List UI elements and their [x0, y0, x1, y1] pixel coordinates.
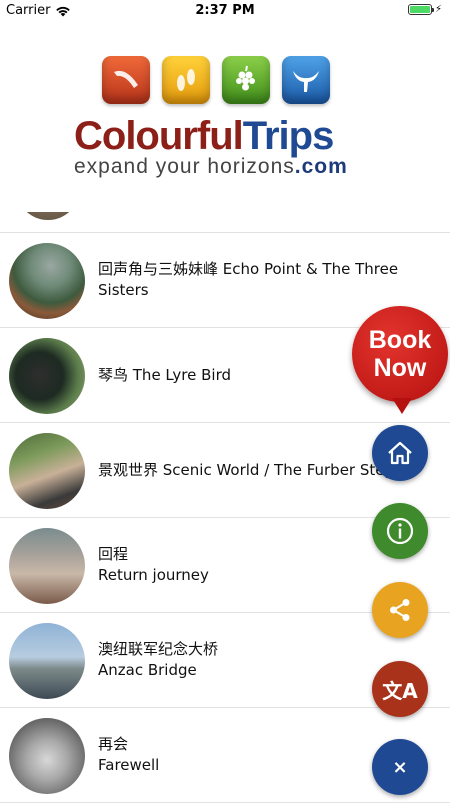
- logo-icons: [102, 56, 330, 104]
- list-item-title: 回声角与三姊妹峰 Echo Point & The Three Sisters: [98, 260, 399, 299]
- book-now-button[interactable]: Book Now: [352, 306, 448, 414]
- tagline-text: expand your horizons: [74, 155, 295, 178]
- close-menu-button[interactable]: ×: [372, 739, 428, 795]
- anzac-bridge-photo: [9, 623, 85, 699]
- home-icon: [388, 441, 412, 465]
- share-icon: [390, 599, 410, 621]
- battery-cap: [431, 8, 434, 12]
- list-item-thumb: [16, 212, 80, 220]
- boomerang-icon: [102, 56, 150, 104]
- app-header: ColourfulTrips expand your horizons.com: [0, 22, 450, 212]
- brand-logo: ColourfulTrips expand your horizons.com: [74, 114, 374, 178]
- brand-name-part1: Colourful: [74, 114, 244, 158]
- brand-tagline: expand your horizons.com: [74, 156, 374, 178]
- book-now-line2: Now: [373, 354, 427, 382]
- book-now-line1: Book: [368, 326, 432, 354]
- list-item-partial[interactable]: [0, 212, 450, 233]
- charging-bolt-icon: ⚡: [434, 4, 442, 15]
- whale-tail-icon: [282, 56, 330, 104]
- brand-name: ColourfulTrips: [74, 114, 374, 158]
- lyre-bird-photo: [9, 338, 85, 414]
- echo-point-photo: [9, 243, 85, 319]
- info-button[interactable]: [372, 503, 428, 559]
- footprints-icon: [162, 56, 210, 104]
- return-journey-photo: [9, 528, 85, 604]
- info-icon: [386, 517, 414, 545]
- tagline-suffix: .com: [294, 155, 348, 178]
- home-button[interactable]: [372, 425, 428, 481]
- grapes-icon: [222, 56, 270, 104]
- brand-name-part2: Trips: [242, 114, 335, 158]
- share-button[interactable]: [372, 582, 428, 638]
- koala-photo: [9, 718, 85, 794]
- close-icon: ×: [392, 756, 408, 778]
- status-time: 2:37 PM: [195, 3, 255, 18]
- list-item-subtitle: Return journey: [98, 566, 209, 584]
- translate-button[interactable]: 文A: [372, 661, 428, 717]
- speech-tail: [392, 398, 412, 414]
- translate-icon: 文A: [382, 678, 418, 703]
- scenic-world-photo: [9, 433, 85, 509]
- status-right: ⚡: [407, 4, 442, 15]
- list-item-title: 澳纽联军纪念大桥: [98, 640, 219, 658]
- battery-icon: [407, 4, 434, 15]
- book-now-label: Book Now: [369, 326, 432, 382]
- battery-level: [409, 6, 430, 13]
- status-bar: Carrier 2:37 PM ⚡: [0, 0, 450, 22]
